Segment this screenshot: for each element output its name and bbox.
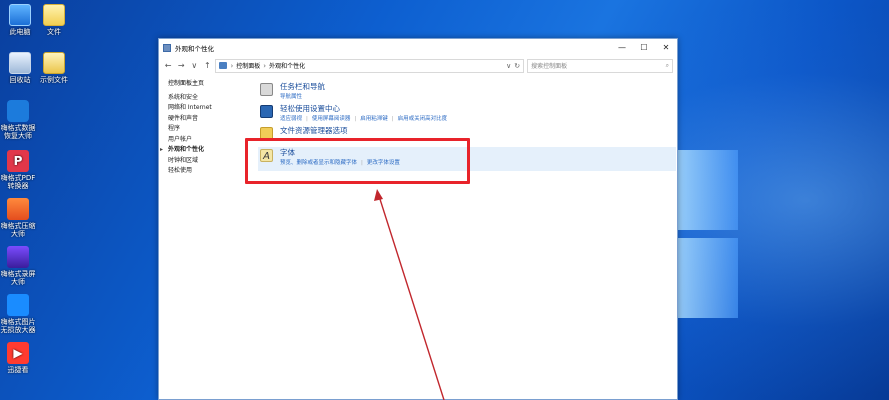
annotation-arrow <box>374 189 445 400</box>
